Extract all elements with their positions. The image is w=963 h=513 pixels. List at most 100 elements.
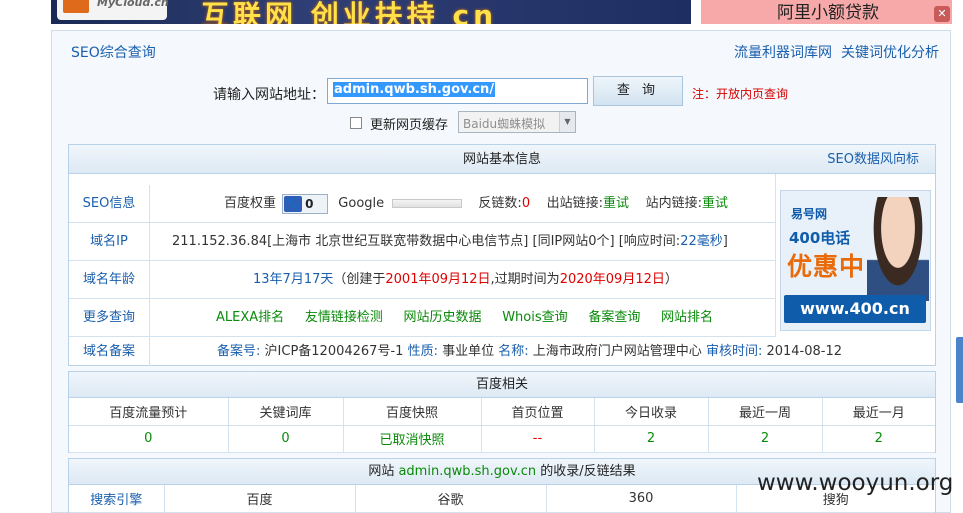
age-close: ）	[664, 272, 678, 287]
seo-trend-link[interactable]: SEO数据风向标	[827, 145, 919, 174]
col-last-month: 最近一月	[822, 398, 935, 426]
alexa-rank-link[interactable]: ALEXA排名	[216, 310, 284, 325]
domain-age-values: 13年7月17天（创建于2001年09月12日,过期时间为2020年09月12日…	[253, 261, 678, 298]
url-input[interactable]: admin.qwb.sh.gov.cn/	[327, 78, 588, 104]
domain-age-row: 域名年龄 13年7月17天（创建于2001年09月12日,过期时间为2020年0…	[69, 261, 775, 299]
col-snapshot: 百度快照	[343, 398, 482, 426]
ip-close-bracket: ]	[722, 234, 728, 249]
google-pr-bar	[392, 199, 463, 208]
snapshot-value[interactable]: 已取消快照	[343, 425, 482, 453]
seo-overview-link[interactable]: SEO综合查询	[71, 42, 156, 62]
ad-close-icon[interactable]: ✕	[934, 6, 950, 22]
baidu-weight-badge[interactable]: 🐾 0	[282, 193, 329, 214]
baidu-paw-icon: 🐾	[284, 195, 303, 212]
domain-ip-text: 211.152.36.84[上海市 北京世纪互联宽带数据中心电信节点] [同IP…	[172, 234, 681, 249]
domain-ip-row: 域名IP 211.152.36.84[上海市 北京世纪互联宽带数据中心电信节点]…	[69, 223, 775, 261]
basic-info-title: 网站基本信息	[462, 152, 541, 167]
col-traffic: 百度流量预计	[69, 398, 229, 426]
baidu-weight-label: 百度权重	[224, 196, 277, 211]
400-phone-ad[interactable]: 易号网 400电话 优惠中 www.400.cn	[780, 190, 931, 331]
keyword-analysis-link[interactable]: 关键词优化分析	[841, 42, 939, 62]
expire-date: 2020年09月12日	[559, 272, 665, 287]
inlinks-retry-link[interactable]: 重试	[702, 196, 728, 211]
outlinks-retry-link[interactable]: 重试	[603, 196, 629, 211]
baidu-related-section: 百度相关 百度流量预计 关键词库 百度快照 首页位置 今日收录 最近一周 最近一…	[68, 371, 936, 453]
seo-info-values: 百度权重 🐾 0 Google 反链数:0 出站链接:重试 站内链接:重试	[224, 185, 728, 222]
side-feedback-tab[interactable]	[956, 337, 963, 403]
outlinks-label: 出站链接:	[546, 196, 604, 211]
icp-audit-label: 审核时间:	[705, 344, 763, 359]
ad-person-image	[867, 197, 929, 301]
results-domain: admin.qwb.sh.gov.cn	[398, 464, 537, 479]
baidu-related-title: 百度相关	[475, 377, 528, 392]
keywords-value[interactable]: 0	[228, 425, 344, 453]
chevron-down-icon: ▼	[559, 112, 575, 132]
inlinks-label: 站内链接:	[645, 196, 702, 211]
seo-query-panel: SEO综合查询 流量利器词库网 关键词优化分析 请输入网站地址： admin.q…	[51, 30, 951, 513]
last-week-value[interactable]: 2	[708, 425, 823, 453]
baidu-related-header: 百度相关	[69, 372, 935, 398]
query-button[interactable]: 查 询	[593, 76, 683, 106]
icp-audit-value: 2014-08-12	[766, 344, 843, 359]
table-row: 0 0 已取消快照 -- 2 2 2	[69, 425, 935, 453]
col-last-week: 最近一周	[708, 398, 823, 426]
url-label: 请输入网站地址：	[213, 87, 325, 103]
results-title-suffix: 的收录/反链结果	[540, 464, 636, 479]
ad-line1: 400电话	[789, 229, 851, 247]
loan-ad-banner[interactable]: 阿里小额贷款 ✕	[701, 0, 952, 24]
friend-link-check-link[interactable]: 友情链接检测	[305, 310, 383, 325]
expire-prefix: ,过期时间为	[490, 272, 560, 287]
google-pr-label: Google	[338, 196, 385, 211]
baidu-related-table: 百度流量预计 关键词库 百度快照 首页位置 今日收录 最近一周 最近一月 0 0…	[69, 398, 935, 453]
results-title-prefix: 网站	[368, 464, 395, 479]
home-position-value: --	[481, 425, 595, 453]
icp-query-link[interactable]: 备案查询	[588, 310, 640, 325]
spider-select-value: Baidu蜘蛛模拟	[463, 117, 546, 131]
basic-info-section: 网站基本信息 SEO数据风向标 SEO信息 百度权重 🐾 0 Google 反链…	[68, 144, 936, 366]
site-history-link[interactable]: 网站历史数据	[404, 310, 482, 325]
icp-values: 备案号: 沪ICP备12004267号-1 性质: 事业单位 名称: 上海市政府…	[217, 337, 842, 366]
ad-logo: 易号网	[791, 207, 828, 221]
col-google: 谷歌	[355, 485, 547, 513]
col-360: 360	[546, 485, 737, 513]
traffic-value[interactable]: 0	[69, 425, 229, 453]
top-ad-banner[interactable]: MyCloud.cn 互联网 创业扶持 cn	[51, 0, 691, 24]
more-query-links: ALEXA排名 友情链接检测 网站历史数据 Whois查询 备案查询 网站排名	[216, 299, 713, 336]
backlinks-value[interactable]: 0	[522, 196, 530, 211]
update-cache-label: 更新网页缓存	[370, 118, 449, 133]
mycloud-logo-icon	[63, 0, 89, 13]
baidu-weight-value: 0	[305, 196, 314, 211]
icp-nature-label: 性质:	[407, 344, 438, 359]
table-row: 百度流量预计 关键词库 百度快照 首页位置 今日收录 最近一周 最近一月	[69, 398, 935, 426]
icp-label: 域名备案	[69, 337, 150, 366]
update-cache-checkbox[interactable]	[350, 117, 362, 129]
backlinks-label: 反链数:	[478, 196, 522, 211]
today-index-value[interactable]: 2	[594, 425, 709, 453]
whois-query-link[interactable]: Whois查询	[502, 310, 567, 325]
created-prefix: （创建于	[333, 272, 386, 287]
domain-ip-label: 域名IP	[69, 223, 150, 260]
response-time: 22毫秒	[680, 234, 723, 249]
icp-row: 域名备案 备案号: 沪ICP备12004267号-1 性质: 事业单位 名称: …	[69, 337, 935, 366]
last-month-value[interactable]: 2	[822, 425, 935, 453]
domain-age-label: 域名年龄	[69, 261, 150, 298]
inner-page-note: 注：开放内页查询	[692, 87, 789, 101]
domain-age-value: 13年7月17天	[253, 272, 334, 287]
ad-url: www.400.cn	[784, 295, 926, 323]
icp-nature-value: 事业单位	[442, 344, 495, 359]
col-keywords: 关键词库	[228, 398, 344, 426]
col-search-engine: 搜索引擎	[69, 485, 165, 513]
col-home-position: 首页位置	[481, 398, 595, 426]
domain-ip-values: 211.152.36.84[上海市 北京世纪互联宽带数据中心电信节点] [同IP…	[172, 223, 728, 260]
banner-slogan: 互联网 创业扶持 cn	[201, 0, 498, 24]
icp-name-value: 上海市政府门户网站管理中心	[532, 344, 702, 359]
spider-simulate-select[interactable]: Baidu蜘蛛模拟 ▼	[458, 111, 576, 133]
traffic-tool-link[interactable]: 流量利器词库网	[734, 42, 832, 62]
icp-no-label: 备案号:	[217, 344, 261, 359]
site-rank-link[interactable]: 网站排名	[661, 310, 713, 325]
col-today-index: 今日收录	[594, 398, 709, 426]
more-query-row: 更多查询 ALEXA排名 友情链接检测 网站历史数据 Whois查询 备案查询 …	[69, 299, 775, 337]
seo-info-row: SEO信息 百度权重 🐾 0 Google 反链数:0 出站链接:重试 站内链接…	[69, 185, 775, 223]
mycloud-logo: MyCloud.cn	[57, 0, 169, 20]
ad-line2: 优惠中	[787, 252, 866, 281]
